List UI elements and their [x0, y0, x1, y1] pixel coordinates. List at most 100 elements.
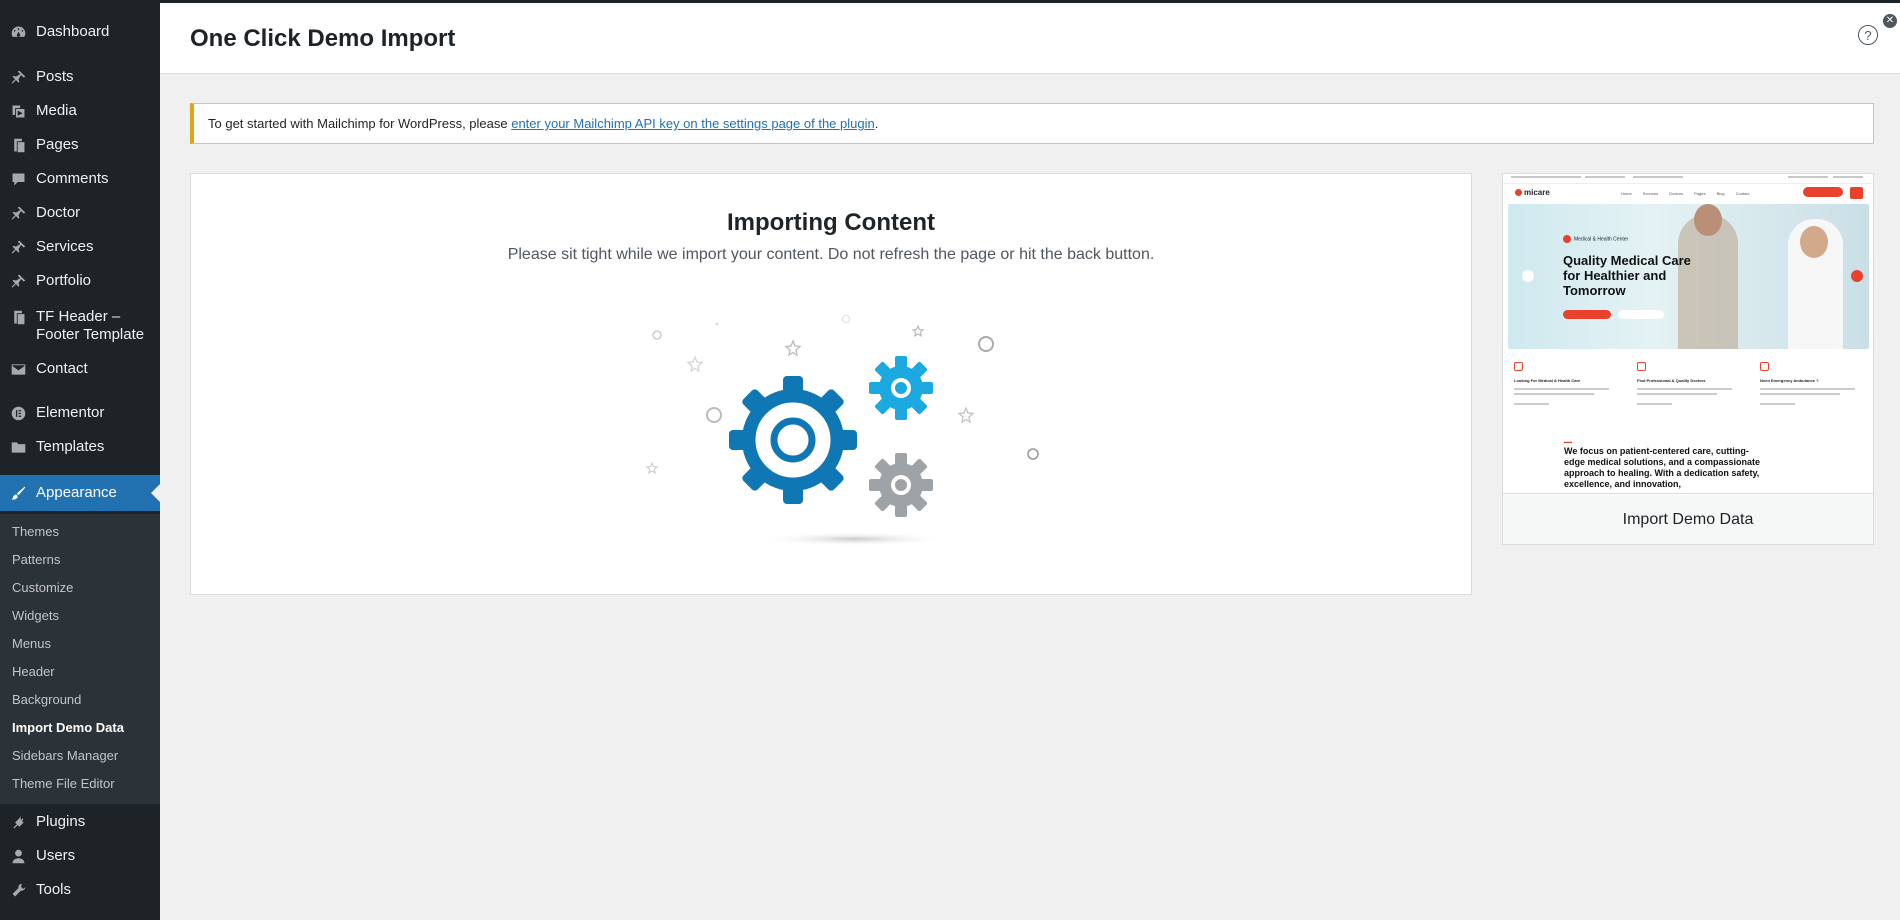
sidebar-item-doctor[interactable]: Doctor [0, 204, 160, 222]
preview-hero-tag: Medical & Health Center [1563, 235, 1628, 243]
notice-text: To get started with Mailchimp for WordPr… [208, 116, 512, 131]
page-header: One Click Demo Import ? [160, 3, 1900, 74]
top-border [0, 0, 1900, 3]
sidebar-item-users[interactable]: Users [0, 847, 160, 865]
pages-icon [0, 308, 36, 326]
mailchimp-notice: To get started with Mailchimp for WordPr… [190, 103, 1874, 144]
brush-icon [0, 484, 36, 502]
sidebar-item-services[interactable]: Services [0, 238, 160, 256]
gear-shadow [760, 532, 950, 546]
sidebar-item-label: Media [36, 102, 77, 119]
mailchimp-settings-link[interactable]: enter your Mailchimp API key on the sett… [511, 116, 875, 131]
sidebar-item-pages[interactable]: Pages [0, 136, 160, 154]
star-icon [645, 461, 659, 475]
sidebar-item-label: Comments [36, 170, 109, 187]
sidebar-item-label: Plugins [36, 813, 86, 830]
preview-hero-title: Quality Medical Care for Healthier and T… [1563, 253, 1691, 298]
sidebar-item-label: Doctor [36, 204, 81, 221]
demo-preview-card[interactable]: micare Home Services Doctors Pages Blog … [1502, 173, 1874, 545]
active-indicator [151, 484, 160, 502]
pin-icon [0, 272, 36, 290]
submenu-item-theme-file-editor[interactable]: Theme File Editor [12, 776, 115, 791]
sidebar-item-elementor[interactable]: Elementor [0, 404, 160, 422]
decor-circle [842, 315, 850, 323]
sidebar-item-templates[interactable]: Templates [0, 438, 160, 456]
sidebar-item-media[interactable]: Media [0, 102, 160, 120]
preview-hero-button-primary [1563, 310, 1611, 319]
decor-circle [706, 407, 722, 423]
sidebar-item-label: Portfolio [36, 272, 92, 289]
preview-quote-tag: ▬▬ [1564, 439, 1572, 444]
sidebar-item-label: Dashboard [36, 23, 110, 40]
decor-circle [652, 330, 662, 340]
sidebar-item-label: Tools [36, 881, 72, 898]
preview-doctor-head [1800, 226, 1828, 258]
submenu-item-widgets[interactable]: Widgets [12, 608, 59, 623]
notice-suffix: . [874, 116, 879, 131]
preview-quote: We focus on patient-centered care, cutti… [1564, 446, 1761, 489]
star-icon [911, 324, 925, 338]
sidebar-item-plugins[interactable]: Plugins [0, 813, 160, 831]
sidebar-item-appearance[interactable]: Appearance [0, 475, 160, 511]
preview-hero-button-secondary [1618, 310, 1664, 319]
preview-feature: Need Emergency Ambulance ? [1754, 356, 1869, 411]
decor-circle [1027, 448, 1039, 460]
sidebar-item-label: Contact [36, 360, 88, 377]
admin-sidebar: Dashboard Posts Media Pages Comments Doc… [0, 0, 160, 920]
page-title: One Click Demo Import [190, 25, 456, 52]
submenu-item-menus[interactable]: Menus [12, 636, 51, 651]
sidebar-item-label: TF Header – Footer Template [36, 308, 145, 343]
sidebar-item-posts[interactable]: Posts [0, 68, 160, 86]
sidebar-item-label: Templates [36, 438, 105, 455]
preview-next-arrow [1851, 270, 1863, 282]
submenu-item-background[interactable]: Background [12, 692, 81, 707]
gears-illustration [645, 315, 1039, 546]
submenu-item-header[interactable]: Header [12, 664, 55, 679]
preview-appointment-button [1803, 187, 1843, 197]
preview-menu-button [1850, 187, 1863, 199]
sidebar-item-label: Users [36, 847, 76, 864]
star-icon [784, 339, 802, 357]
pin-icon [0, 238, 36, 256]
sidebar-item-dashboard[interactable]: Dashboard [0, 23, 160, 41]
media-icon [0, 102, 36, 120]
preview-features: Looking For Medical & Health Care Find P… [1508, 356, 1869, 411]
dashboard-icon [0, 23, 36, 41]
decor-circle [715, 322, 719, 326]
sidebar-item-label: Elementor [36, 404, 105, 421]
close-icon[interactable]: ✕ [1883, 14, 1897, 28]
help-icon[interactable]: ? [1858, 25, 1878, 45]
preview-topbar [1503, 174, 1873, 184]
decor-circle [978, 336, 994, 352]
user-icon [0, 847, 36, 865]
sidebar-item-label: Services [36, 238, 94, 255]
submenu-item-themes[interactable]: Themes [12, 524, 59, 539]
importing-subtitle: Please sit tight while we import your co… [507, 246, 1155, 263]
preview-hero: Medical & Health Center Quality Medical … [1508, 204, 1869, 349]
import-demo-data-button[interactable]: Import Demo Data [1503, 495, 1873, 544]
submenu-item-customize[interactable]: Customize [12, 580, 73, 595]
comments-icon [0, 170, 36, 188]
pin-icon [0, 204, 36, 222]
sidebar-item-tf-header-footer[interactable]: TF Header – Footer Template [0, 308, 160, 344]
mail-icon [0, 360, 36, 378]
preview-feature: Find Professional & Quality Doctors [1631, 356, 1746, 411]
import-progress-panel: Importing Content Please sit tight while… [190, 173, 1472, 595]
preview-prev-arrow [1522, 270, 1534, 282]
sidebar-item-label: Posts [36, 68, 74, 85]
sidebar-item-portfolio[interactable]: Portfolio [0, 272, 160, 290]
small-grey-gear-icon [869, 453, 933, 517]
preview-patient-head [1694, 204, 1722, 236]
sidebar-item-tools[interactable]: Tools [0, 881, 160, 899]
submenu-item-sidebars-manager[interactable]: Sidebars Manager [12, 748, 118, 763]
sidebar-item-comments[interactable]: Comments [0, 170, 160, 188]
large-gear-icon [729, 376, 857, 504]
submenu-item-patterns[interactable]: Patterns [12, 552, 60, 567]
sidebar-item-contact[interactable]: Contact [0, 360, 160, 378]
star-icon [686, 355, 704, 373]
preview-nav: Home Services Doctors Pages Blog Contact [1621, 191, 1750, 196]
submenu-item-import-demo-data[interactable]: Import Demo Data [12, 720, 124, 735]
demo-preview-image[interactable]: micare Home Services Doctors Pages Blog … [1503, 174, 1873, 494]
star-icon [957, 406, 975, 424]
elementor-icon [0, 404, 36, 422]
